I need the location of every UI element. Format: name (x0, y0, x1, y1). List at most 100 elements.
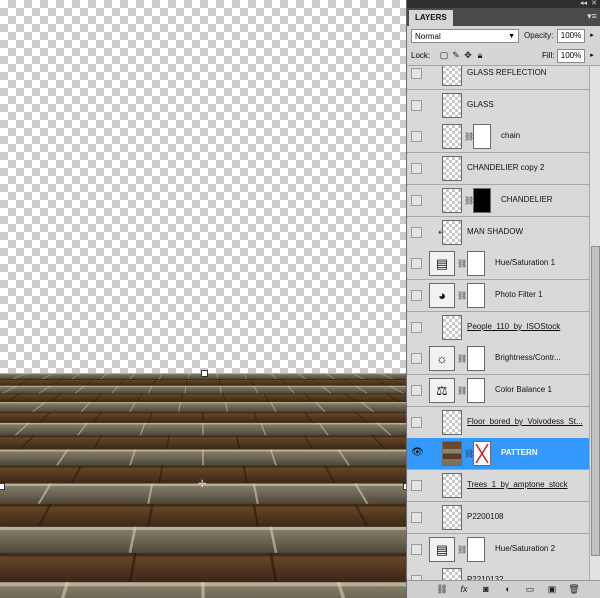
layer-mask-thumbnail[interactable] (467, 346, 485, 371)
visibility-toggle[interactable] (411, 100, 422, 111)
tab-layers[interactable]: LAYERS (409, 10, 453, 26)
lock-transparent-icon[interactable]: ▢ (439, 50, 449, 60)
layer-thumbnail[interactable] (442, 441, 462, 466)
floor-grout-line (0, 385, 406, 387)
layer-thumbnail[interactable] (442, 156, 462, 181)
layer-mask-thumbnail[interactable] (467, 251, 485, 276)
visibility-toggle[interactable] (411, 227, 422, 238)
layer-row[interactable]: ↲ MAN SHADOW (407, 217, 589, 249)
layer-thumbnail[interactable] (442, 505, 462, 530)
vector-mask-thumbnail[interactable] (473, 441, 491, 466)
panel-menu-icon[interactable]: ▾≡ (587, 11, 597, 21)
delete-layer-icon[interactable]: 🗑︎ (567, 583, 581, 596)
layer-thumbnail[interactable] (442, 124, 462, 149)
link-layers-icon[interactable]: ⛓ (435, 583, 449, 596)
layer-row[interactable]: CHANDELIER copy 2 (407, 153, 589, 185)
color-balance-icon[interactable]: ⚖ (429, 378, 455, 403)
visibility-toggle[interactable] (411, 195, 422, 206)
document-canvas[interactable]: ✛ (0, 0, 406, 598)
layer-mask-thumbnail[interactable] (467, 283, 485, 308)
layer-name: MAN SHADOW (467, 227, 523, 236)
photo-filter-icon[interactable]: ◕ (429, 283, 455, 308)
close-icon[interactable]: ✕ (591, 0, 597, 8)
layer-mask-thumbnail[interactable] (473, 124, 491, 149)
brightness-contrast-icon[interactable]: ☼ (429, 346, 455, 371)
link-icon[interactable]: ⛓ (457, 386, 467, 395)
layer-style-icon[interactable]: fx (457, 583, 471, 596)
add-mask-icon[interactable]: ◙ (479, 583, 493, 596)
layer-thumbnail[interactable] (442, 410, 462, 435)
floor-grout-line (0, 526, 406, 531)
layer-thumbnail[interactable] (442, 220, 462, 245)
transform-handle-left[interactable] (0, 483, 5, 490)
layer-mask-thumbnail[interactable] (467, 537, 485, 562)
layer-row[interactable]: ⛓ CHANDELIER (407, 185, 589, 217)
vector-mask-cross-icon (475, 443, 489, 464)
opacity-slider-arrow-icon[interactable]: ▸ (587, 29, 597, 43)
lock-label: Lock: (411, 51, 431, 60)
visibility-toggle[interactable] (411, 385, 422, 396)
layer-name: CHANDELIER (501, 195, 553, 204)
visibility-toggle[interactable] (411, 480, 422, 491)
layer-row[interactable]: GLASS (407, 90, 589, 122)
layer-row[interactable]: Floor_bored_by_Voivodess_St... (407, 407, 589, 439)
link-icon[interactable]: ⛓ (457, 259, 467, 268)
visibility-toggle[interactable] (411, 353, 422, 364)
hue-saturation-icon[interactable]: ▤ (429, 537, 455, 562)
layer-row[interactable]: ↲◕⛓Photo Filter 1 (407, 280, 589, 312)
link-icon[interactable]: ⛓ (457, 354, 467, 363)
lock-image-icon[interactable]: ✎ (451, 50, 461, 60)
layer-thumbnail[interactable] (442, 188, 462, 213)
lock-all-icon[interactable]: 🔒︎ (475, 50, 485, 60)
layer-row[interactable]: ↲⚖⛓Color Balance 1 (407, 375, 589, 407)
layer-row[interactable]: P2210132 (407, 565, 589, 580)
link-icon[interactable]: ⛓ (457, 291, 467, 300)
eye-icon[interactable]: 👁︎ (411, 447, 424, 459)
panel-titlebar[interactable]: ◂◂ ✕ (407, 0, 600, 8)
transform-center-icon[interactable]: ✛ (198, 479, 206, 490)
opacity-input[interactable]: 100% (557, 29, 585, 43)
scrollbar-thumb[interactable] (591, 246, 600, 556)
visibility-toggle[interactable] (411, 290, 422, 301)
layer-row[interactable]: ▤ ⛓ Hue/Saturation 2 (407, 534, 589, 566)
blend-mode-select[interactable]: Normal ▼ (411, 29, 519, 43)
hue-saturation-icon[interactable]: ▤ (429, 251, 455, 276)
transform-handle-top[interactable] (201, 370, 208, 377)
floor-wood-band (0, 393, 406, 403)
layer-row[interactable]: Trees_1_by_amptone_stock (407, 470, 589, 502)
new-layer-icon[interactable]: ▣ (545, 583, 559, 596)
visibility-toggle[interactable] (411, 163, 422, 174)
link-icon[interactable]: ⛓ (457, 545, 467, 554)
layer-thumbnail[interactable] (442, 473, 462, 498)
layer-mask-thumbnail[interactable] (473, 188, 491, 213)
visibility-toggle[interactable] (411, 68, 422, 79)
layers-bottom-toolbar: ⛓ fx ◙ ◐ ▭ ▣ 🗑︎ (407, 580, 600, 598)
layer-row[interactable]: ↲☼⛓Brightness/Contr... (407, 343, 589, 375)
fill-slider-arrow-icon[interactable]: ▸ (587, 49, 597, 63)
lock-position-icon[interactable]: ✥ (463, 50, 473, 60)
layer-row[interactable]: P2200108 (407, 502, 589, 534)
layer-thumbnail[interactable] (442, 315, 462, 340)
layer-row[interactable]: ⛓ chain (407, 121, 589, 153)
collapse-icon[interactable]: ◂◂ (580, 0, 587, 8)
layer-row[interactable]: People_110_by_ISOStock (407, 312, 589, 344)
layer-row[interactable]: GLASS REFLECTION (407, 66, 589, 90)
layer-mask-thumbnail[interactable] (467, 378, 485, 403)
new-group-icon[interactable]: ▭ (523, 583, 537, 596)
adjustment-layer-icon[interactable]: ◐ (501, 583, 515, 596)
visibility-toggle[interactable] (411, 512, 422, 523)
floor-stone-band (0, 526, 406, 553)
layer-row[interactable]: ↲▤⛓Hue/Saturation 1 (407, 248, 589, 280)
layer-thumbnail[interactable] (442, 93, 462, 118)
layer-row[interactable]: 👁︎ ⛓ PATTERN (407, 438, 589, 470)
visibility-toggle[interactable] (411, 258, 422, 269)
visibility-toggle[interactable] (411, 131, 422, 142)
fill-label: Fill: (542, 51, 555, 60)
visibility-toggle[interactable] (411, 322, 422, 333)
layer-thumbnail[interactable] (442, 568, 462, 580)
visibility-toggle[interactable] (411, 417, 422, 428)
fill-input[interactable]: 100% (557, 49, 585, 63)
layer-thumbnail[interactable] (442, 66, 462, 86)
visibility-toggle[interactable] (411, 544, 422, 555)
layers-scrollbar[interactable] (589, 66, 600, 580)
